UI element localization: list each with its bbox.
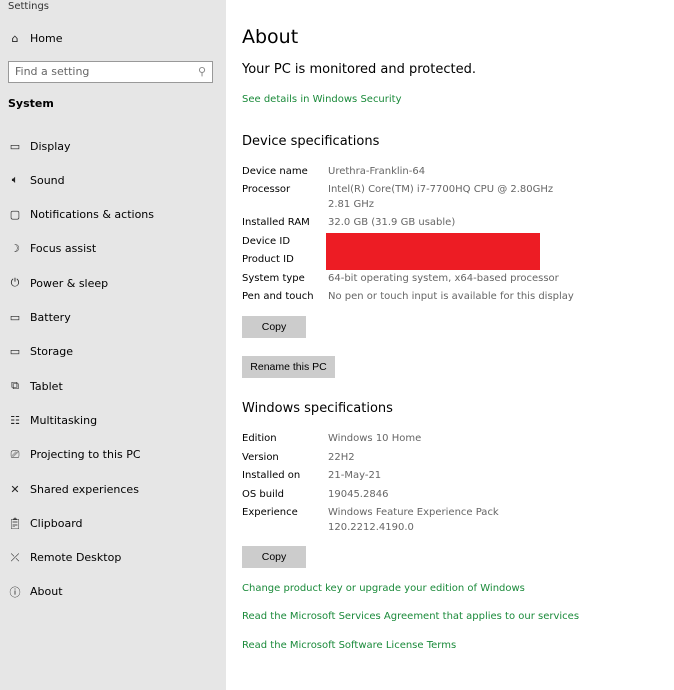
sidebar-item-sound[interactable]: 🔈︎ Sound [0,165,226,195]
power-icon: ⏻ [10,276,20,290]
spec-label: Installed on [242,470,301,481]
clipboard-icon: 📋︎ [8,516,22,530]
spec-value: 64-bit operating system, x64-based proce… [328,273,559,284]
sidebar-item-label: Remote Desktop [30,551,122,565]
sidebar-item-tablet[interactable]: ⧉ Tablet [0,371,226,401]
sidebar-item-label: About [30,585,63,599]
sidebar-item-shared-experiences[interactable]: ✕ Shared experiences [0,474,226,504]
notification-icon: ▢ [9,208,21,222]
speaker-icon: 🔈︎ [11,173,19,187]
monitor-icon: ▭ [9,139,21,153]
spec-value: 2.81 GHz [328,199,374,210]
spec-value: Intel(R) Core(TM) i7-7700HQ CPU @ 2.80GH… [328,184,554,195]
search-placeholder: Find a setting [15,65,90,78]
page-title: About [242,26,299,48]
sidebar-item-multitasking[interactable]: ☷ Multitasking [0,405,226,435]
sidebar-item-about[interactable]: ⓘ About [0,577,226,607]
sidebar-item-label: Sound [30,173,65,187]
projecting-icon: ⎚ [10,447,20,461]
spec-label: System type [242,273,305,284]
storage-icon: ▭ [9,345,21,359]
window-title: Settings [8,1,50,12]
services-agreement-link[interactable]: Read the Microsoft Services Agreement th… [242,611,579,622]
section-title: System [8,97,54,110]
sidebar-item-projecting-to-this-pc[interactable]: ⎚ Projecting to this PC [0,440,226,470]
sidebar-item-label: Display [30,139,71,153]
security-link[interactable]: See details in Windows Security [242,94,402,105]
sidebar-item-display[interactable]: ▭ Display [0,131,226,161]
redaction-box [326,233,540,270]
moon-icon: ☽ [10,242,20,256]
spec-label: Edition [242,433,277,444]
sidebar-item-storage[interactable]: ▭ Storage [0,337,226,367]
sidebar-item-label: Projecting to this PC [30,448,141,462]
spec-value: 32.0 GB (31.9 GB usable) [328,217,456,228]
tablet-icon: ⧉ [11,379,19,393]
device-spec-heading: Device specifications [242,134,380,149]
search-input[interactable]: Find a setting ⚲ [8,61,213,83]
sidebar-item-label: Focus assist [30,242,97,256]
battery-icon: ▭ [9,311,21,324]
sidebar-item-remote-desktop[interactable]: ⤫ Remote Desktop [0,543,226,573]
spec-label: Version [242,452,279,463]
multitasking-icon: ☷ [10,413,20,427]
remote-icon: ⤫ [10,550,20,564]
sidebar-item-label: Battery [30,311,71,324]
spec-label: Pen and touch [242,291,314,302]
sidebar-item-focus-assist[interactable]: ☽ Focus assist [0,234,226,264]
spec-value: Urethra-Franklin-64 [328,166,426,177]
sidebar-item-clipboard[interactable]: 📋︎ Clipboard [0,508,226,538]
sidebar-item-label: Clipboard [30,516,83,530]
sidebar-item-power-sleep[interactable]: ⏻ Power & sleep [0,268,226,298]
rename-pc-button[interactable]: Rename this PC [242,356,335,378]
spec-label: OS build [242,489,284,500]
copy-device-specs-button[interactable]: Copy [242,316,306,338]
copy-windows-specs-button[interactable]: Copy [242,546,306,568]
spec-value: 19045.2846 [328,489,389,500]
windows-spec-heading: Windows specifications [242,401,393,416]
spec-value: 21-May-21 [328,470,382,481]
spec-value: Windows 10 Home [328,433,422,444]
sidebar-item-label: Tablet [30,379,63,393]
spec-value: No pen or touch input is available for t… [328,291,574,302]
spec-label: Device name [242,166,308,177]
protection-status: Your PC is monitored and protected. [242,62,476,77]
shared-icon: ✕ [10,482,20,496]
sidebar-item-label: Notifications & actions [30,208,155,222]
spec-label: Experience [242,507,298,518]
sidebar-item-notifications-actions[interactable]: ▢ Notifications & actions [0,200,226,230]
spec-label: Processor [242,184,291,195]
spec-label: Installed RAM [242,217,310,228]
sidebar-item-label: Power & sleep [30,276,109,290]
sidebar-item-home[interactable]: ⌂ Home [0,23,226,53]
search-icon: ⚲ [197,65,206,78]
sidebar: Settings ⌂ Home Find a setting ⚲ System ▭ D… [0,0,226,690]
spec-value: Windows Feature Experience Pack [328,507,499,518]
home-icon: ⌂ [11,31,19,45]
spec-label: Product ID [242,254,294,265]
license-terms-link[interactable]: Read the Microsoft Software License Term… [242,640,456,651]
product-key-link[interactable]: Change product key or upgrade your editi… [242,583,525,594]
sidebar-item-battery[interactable]: ▭ Battery [0,303,226,333]
sidebar-item-label: Shared experiences [30,482,139,496]
home-label: Home [30,31,63,45]
spec-value: 120.2212.4190.0 [328,522,414,533]
spec-label: Device ID [242,236,291,247]
spec-value: 22H2 [328,452,355,463]
sidebar-item-label: Multitasking [30,413,98,427]
info-icon: ⓘ [9,585,21,599]
sidebar-item-label: Storage [30,345,74,359]
